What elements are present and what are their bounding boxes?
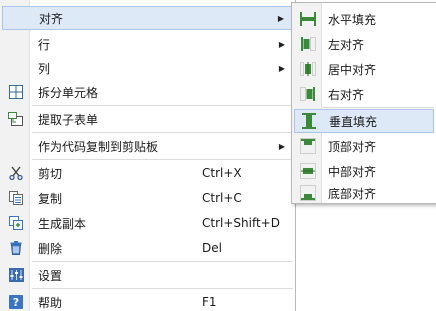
context-menu: 对齐 ▶ 行 ▶ 列 ▶ 拆分单元格 提取子表单 作为代码复制到剪贴板 ▶ 剪切… xyxy=(0,0,296,311)
menu-item-label: 复制 xyxy=(38,191,63,206)
menu-item-label: 行 xyxy=(38,37,51,52)
menu-item-row[interactable]: 行 ▶ xyxy=(2,32,293,56)
menu-separator xyxy=(322,107,434,108)
menu-item-delete[interactable]: 删除 Del xyxy=(2,236,293,260)
submenu-item-fill-horizontal[interactable]: 水平填充 xyxy=(294,7,434,31)
menu-item-label: 删除 xyxy=(38,241,63,256)
menu-item-copy[interactable]: 复制 Ctrl+C xyxy=(2,186,293,210)
submenu-item-align-bottom[interactable]: 底部对齐 xyxy=(294,181,434,205)
menu-item-help[interactable]: ? 帮助 F1 xyxy=(2,290,293,311)
align-bottom-icon xyxy=(300,185,316,201)
menu-item-shortcut: Ctrl+C xyxy=(202,191,242,205)
menu-item-label: 作为代码复制到剪贴板 xyxy=(38,139,159,154)
submenu-item-fill-vertical[interactable]: 垂直填充 xyxy=(294,109,434,133)
copy-icon xyxy=(8,190,24,206)
menu-separator xyxy=(32,132,293,133)
menu-item-column[interactable]: 列 ▶ xyxy=(2,56,293,80)
menu-separator xyxy=(32,159,293,160)
submenu-item-label: 居中对齐 xyxy=(328,62,377,77)
delete-icon xyxy=(8,240,24,256)
menu-item-shortcut: F1 xyxy=(202,295,217,309)
menu-item-shortcut: Ctrl+Shift+D xyxy=(202,216,280,230)
menu-item-settings[interactable]: 设置 xyxy=(2,263,293,287)
duplicate-icon xyxy=(8,215,24,231)
submenu-item-label: 水平填充 xyxy=(328,12,377,27)
submenu-arrow-icon: ▶ xyxy=(278,39,285,49)
fill-horizontal-icon xyxy=(300,11,316,27)
extract-subform-icon xyxy=(8,111,24,127)
align-center-icon xyxy=(300,61,316,77)
settings-icon xyxy=(8,267,24,283)
align-left-icon xyxy=(300,36,316,52)
menu-item-label: 拆分单元格 xyxy=(38,85,99,100)
svg-text:?: ? xyxy=(13,296,19,309)
menu-item-shortcut: Del xyxy=(202,241,222,255)
menu-item-label: 列 xyxy=(38,61,51,76)
help-icon: ? xyxy=(8,294,24,310)
menu-item-copy-as-code[interactable]: 作为代码复制到剪贴板 ▶ xyxy=(2,134,293,158)
submenu-item-label: 左对齐 xyxy=(328,37,365,52)
menu-separator xyxy=(32,261,293,262)
align-right-icon xyxy=(300,86,316,102)
menu-item-label: 剪切 xyxy=(38,166,63,181)
menu-item-shortcut: Ctrl+X xyxy=(202,166,242,180)
menu-item-label: 设置 xyxy=(38,268,63,283)
submenu-item-align-center[interactable]: 居中对齐 xyxy=(294,57,434,81)
submenu-item-label: 右对齐 xyxy=(328,87,365,102)
menu-item-label: 提取子表单 xyxy=(38,112,99,127)
submenu-arrow-icon: ▶ xyxy=(277,13,284,23)
menu-item-cut[interactable]: 剪切 Ctrl+X xyxy=(2,161,293,185)
align-middle-icon xyxy=(300,163,316,179)
menu-item-label: 生成副本 xyxy=(38,216,87,231)
submenu-item-align-middle[interactable]: 中部对齐 xyxy=(294,159,434,183)
menu-item-split-cell[interactable]: 拆分单元格 xyxy=(2,80,293,104)
submenu-item-align-right[interactable]: 右对齐 xyxy=(294,82,434,106)
cut-icon xyxy=(8,165,24,181)
grid-split-icon xyxy=(8,84,24,100)
submenu-arrow-icon: ▶ xyxy=(278,141,285,151)
submenu-arrow-icon: ▶ xyxy=(278,63,285,73)
menu-item-extract-subform[interactable]: 提取子表单 xyxy=(2,107,293,131)
submenu-item-label: 底部对齐 xyxy=(328,186,377,201)
menu-item-duplicate[interactable]: 生成副本 Ctrl+Shift+D xyxy=(2,211,293,235)
submenu-item-align-top[interactable]: 顶部对齐 xyxy=(294,134,434,158)
align-top-icon xyxy=(300,138,316,154)
menu-separator xyxy=(32,105,293,106)
menu-separator xyxy=(32,288,293,289)
menu-item-label: 帮助 xyxy=(38,295,63,310)
menu-item-label: 对齐 xyxy=(39,11,64,26)
align-submenu: 水平填充 左对齐 居中对齐 右对齐 垂直填充 顶部对齐 中部对齐 底部对齐 xyxy=(291,2,436,204)
submenu-item-align-left[interactable]: 左对齐 xyxy=(294,32,434,56)
menu-item-align[interactable]: 对齐 ▶ xyxy=(2,6,293,30)
submenu-item-label: 顶部对齐 xyxy=(328,139,377,154)
fill-vertical-icon xyxy=(301,113,317,129)
submenu-item-label: 垂直填充 xyxy=(329,114,378,129)
submenu-item-label: 中部对齐 xyxy=(328,164,377,179)
